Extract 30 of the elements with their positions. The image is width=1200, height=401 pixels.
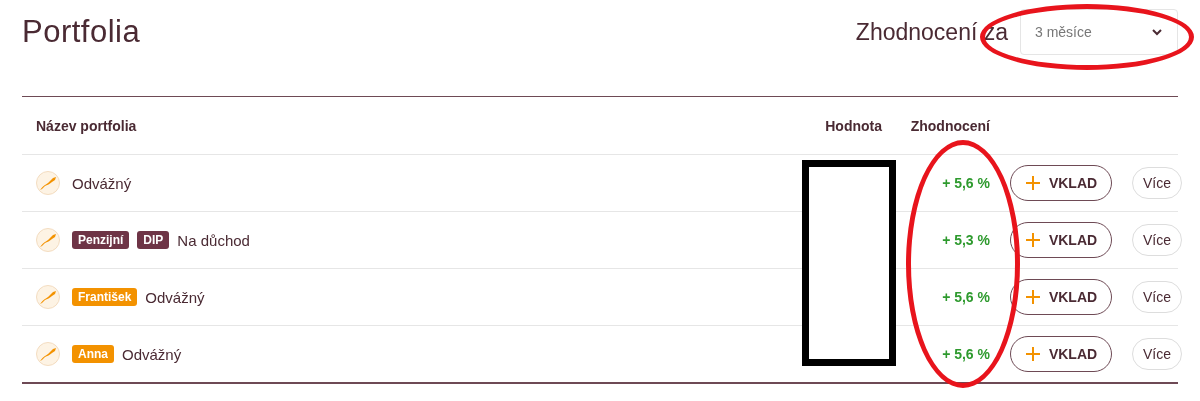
portfolio-name[interactable]: Odvážný: [145, 288, 205, 306]
portfolio-name[interactable]: Na důchod: [177, 231, 250, 249]
plus-icon: [1024, 232, 1041, 248]
more-button[interactable]: Více: [1132, 338, 1182, 370]
plus-icon: [1024, 289, 1041, 305]
portfolio-name[interactable]: Odvážný: [72, 174, 132, 192]
portfolio-name[interactable]: Odvážný: [122, 345, 182, 363]
page-title: Portfolia: [22, 14, 141, 50]
more-button[interactable]: Více: [1132, 167, 1182, 199]
plus-icon: [1024, 175, 1041, 191]
tag: DIP: [137, 231, 170, 249]
deposit-button[interactable]: VKLAD: [1010, 336, 1112, 372]
column-header: Název portfolia: [35, 117, 138, 134]
tag: Anna: [72, 345, 114, 363]
more-button[interactable]: Více: [1132, 224, 1182, 256]
deposit-button[interactable]: VKLAD: [1010, 279, 1112, 315]
column-header: Hodnota: [824, 117, 883, 134]
deposit-button[interactable]: VKLAD: [1010, 165, 1112, 201]
chevron-down-icon: [1151, 28, 1163, 36]
period-dropdown[interactable]: 3 měsíce: [1020, 9, 1178, 55]
tag: František: [72, 288, 138, 306]
plus-icon: [1024, 346, 1041, 362]
more-button[interactable]: Více: [1132, 281, 1182, 313]
tag: Penzijní: [72, 231, 130, 249]
column-header: Zhodnocení: [909, 117, 991, 134]
return-value: + 5,6 %: [942, 175, 990, 191]
return-value: + 5,6 %: [942, 289, 990, 305]
deposit-button[interactable]: VKLAD: [1010, 222, 1112, 258]
return-value: + 5,6 %: [942, 346, 990, 362]
return-value: + 5,3 %: [942, 232, 990, 248]
